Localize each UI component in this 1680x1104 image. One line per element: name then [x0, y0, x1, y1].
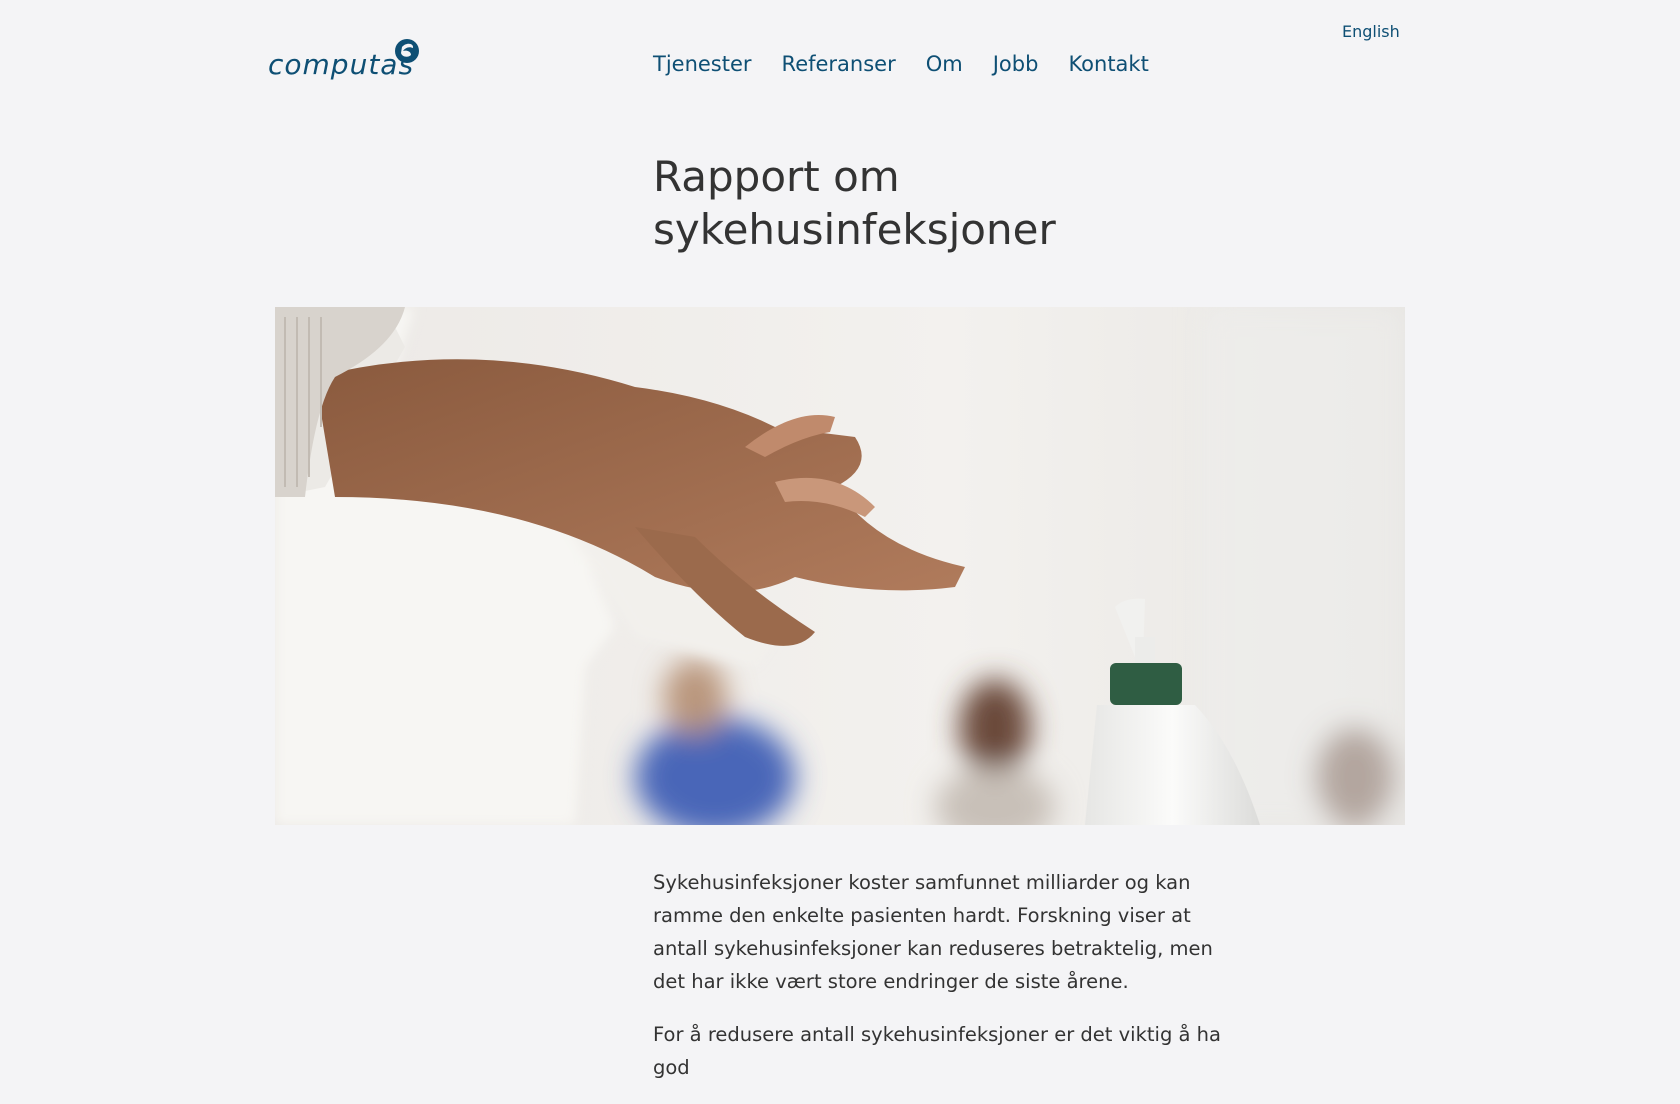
nav-item-om[interactable]: Om	[926, 52, 963, 76]
hero-image	[275, 307, 1405, 825]
article-paragraph: Sykehusinfeksjoner koster samfunnet mill…	[653, 871, 1213, 993]
article-paragraph: For å redusere antall sykehusinfeksjoner…	[653, 1023, 1221, 1079]
nav-item-kontakt[interactable]: Kontakt	[1068, 52, 1148, 76]
main-navigation: Tjenester Referanser Om Jobb Kontakt	[653, 52, 1149, 76]
logo-swirl-icon	[395, 39, 419, 63]
article-body: Sykehusinfeksjoner koster samfunnet mill…	[653, 866, 1228, 1104]
nav-item-tjenester[interactable]: Tjenester	[653, 52, 752, 76]
nav-item-referanser[interactable]: Referanser	[782, 52, 896, 76]
language-link-english[interactable]: English	[1342, 22, 1400, 41]
page-title: Rapport om sykehusinfeksjoner	[653, 152, 1056, 254]
handwashing-photo	[275, 307, 1405, 825]
computas-logo[interactable]: computas	[268, 38, 420, 88]
logo-wordmark: computas	[268, 48, 415, 81]
nav-item-jobb[interactable]: Jobb	[993, 52, 1039, 76]
